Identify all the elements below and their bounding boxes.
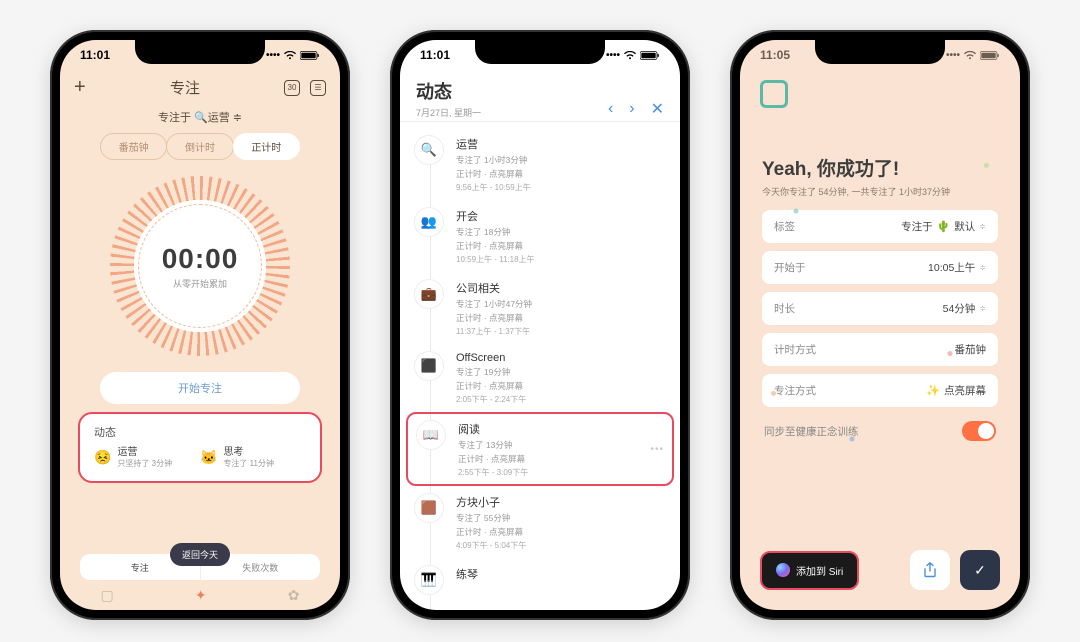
done-button[interactable]: ✓ — [960, 550, 1000, 590]
status-icons: •••• — [946, 50, 1000, 61]
status-icons: •••• — [266, 50, 320, 61]
tag-emoji-icon: 🌵 — [937, 220, 951, 233]
nav-focus-icon[interactable]: ✦ — [195, 587, 207, 604]
tag-row[interactable]: 标签 专注于 🌵默认 ≑ — [762, 210, 998, 243]
timeline-list[interactable]: 🔍运营专注了 1小时3分钟正计时 · 点亮屏幕9:56上午 - 10:59上午👥… — [400, 122, 680, 610]
timeline-item[interactable]: 🟫方块小子专注了 55分钟正计时 · 点亮屏幕4:09下午 - 5:04下午 — [414, 486, 666, 558]
timeline-item-name: 公司相关 — [456, 280, 666, 296]
focus-tag-selector[interactable]: 专注于 🔍运营 ≑ — [60, 105, 340, 133]
list-icon[interactable]: ☰ — [310, 80, 326, 96]
add-to-siri-button[interactable]: 添加到 Siri — [760, 551, 859, 590]
dynamic-title: 动态 — [94, 424, 306, 440]
scan-frame-icon[interactable] — [760, 80, 788, 108]
sync-health-toggle[interactable] — [962, 421, 996, 441]
signal-icon: •••• — [946, 50, 960, 61]
success-title: Yeah, 你成功了! — [762, 154, 998, 181]
focus-method-row: 专注方式 ✨点亮屏幕 — [762, 374, 998, 407]
prev-day-button[interactable]: ‹ — [608, 100, 613, 118]
timer-dial: 00:00 从零开始累加 — [110, 176, 290, 356]
calendar-icon[interactable]: 30 — [284, 80, 300, 96]
dynamic-card[interactable]: 动态 😣 运营 只坚持了 3分钟 🐱 思考 专注了 11分钟 — [78, 412, 322, 483]
status-time: 11:01 — [420, 48, 450, 62]
nav-clipboard-icon[interactable]: ▢ — [101, 587, 114, 604]
timeline-item-icon: 🎹 — [414, 565, 444, 595]
timeline-item[interactable]: 💼公司相关专注了 1小时47分钟正计时 · 点亮屏幕11:37上午 - 1:37… — [414, 272, 666, 344]
timer-value: 00:00 — [162, 243, 239, 275]
timeline-item-name: 练琴 — [456, 566, 666, 582]
nav-settings-icon[interactable]: ✿ — [288, 587, 300, 604]
battery-icon — [640, 51, 660, 60]
timeline-item-name: OffScreen — [456, 352, 666, 364]
timer-subtext: 从零开始累加 — [173, 277, 227, 290]
timeline-item[interactable]: ⬛OffScreen专注了 19分钟正计时 · 点亮屏幕2:05下午 - 2:2… — [414, 344, 666, 412]
timeline-item-name: 开会 — [456, 208, 666, 224]
status-time: 11:05 — [760, 48, 790, 62]
dynamic-item[interactable]: 🐱 思考 专注了 11分钟 — [200, 446, 306, 469]
next-day-button[interactable]: › — [629, 100, 634, 118]
timer-mode-tabs: 番茄钟 倒计时 正计时 — [60, 133, 340, 166]
timeline-item-icon: ⬛ — [414, 351, 444, 381]
wifi-icon — [624, 51, 636, 60]
chevron-icon: ≑ — [979, 263, 986, 272]
status-icons: •••• — [606, 50, 660, 61]
share-button[interactable] — [910, 550, 950, 590]
sparkle-icon: ✨ — [926, 384, 940, 397]
start-time-row[interactable]: 开始于 10:05上午 ≑ — [762, 251, 998, 284]
timeline-item[interactable]: 🎹 练琴 — [414, 558, 666, 602]
wifi-icon — [964, 51, 976, 60]
timeline-item-icon: 🟫 — [414, 493, 444, 523]
signal-icon: •••• — [266, 50, 280, 61]
timeline-item-name: 运营 — [456, 136, 666, 152]
signal-icon: •••• — [606, 50, 620, 61]
page-subtitle: 7月27日, 星期一 — [416, 106, 608, 119]
status-time: 11:01 — [80, 48, 110, 62]
page-title: 专注 — [86, 77, 284, 98]
mode-row: 计时方式 番茄钟 — [762, 333, 998, 366]
battery-icon — [980, 51, 1000, 60]
emoji-icon: 😣 — [94, 449, 111, 466]
battery-icon — [300, 51, 320, 60]
close-button[interactable]: ✕ — [651, 99, 664, 119]
start-focus-button[interactable]: 开始专注 — [100, 372, 300, 404]
timeline-item-icon: 📖 — [416, 420, 446, 450]
timeline-item[interactable]: 🔍运营专注了 1小时3分钟正计时 · 点亮屏幕9:56上午 - 10:59上午 — [414, 128, 666, 200]
tab-pomodoro[interactable]: 番茄钟 — [100, 133, 167, 160]
timeline-item[interactable]: 👥开会专注了 18分钟正计时 · 点亮屏幕10:59上午 - 11:18上午 — [414, 200, 666, 272]
sync-health-label: 同步至健康正念训练 — [764, 424, 859, 439]
timeline-item-name: 阅读 — [458, 421, 638, 437]
emoji-icon: 🐱 — [200, 449, 217, 466]
duration-row[interactable]: 时长 54分钟 ≑ — [762, 292, 998, 325]
chevron-icon: ≑ — [979, 304, 986, 313]
timeline-item-name: 方块小子 — [456, 494, 666, 510]
timeline-item-icon: 🔍 — [414, 135, 444, 165]
return-today-pill[interactable]: 返回今天 — [170, 543, 230, 566]
tab-countup[interactable]: 正计时 — [233, 133, 300, 160]
timeline-item-icon: 💼 — [414, 279, 444, 309]
dynamic-item[interactable]: 😣 运营 只坚持了 3分钟 — [94, 446, 200, 469]
siri-icon — [776, 563, 790, 577]
more-icon[interactable]: ••• — [650, 444, 664, 455]
tab-countdown[interactable]: 倒计时 — [166, 133, 233, 160]
wifi-icon — [284, 51, 296, 60]
page-title: 动态 — [416, 78, 608, 104]
success-subtitle: 今天你专注了 54分钟, 一共专注了 1小时37分钟 — [762, 185, 998, 198]
timeline-item-icon: 👥 — [414, 207, 444, 237]
timeline-item[interactable]: 📖阅读专注了 13分钟正计时 · 点亮屏幕2:55下午 - 3:09下午••• — [406, 412, 674, 486]
chevron-icon: ≑ — [979, 222, 986, 231]
